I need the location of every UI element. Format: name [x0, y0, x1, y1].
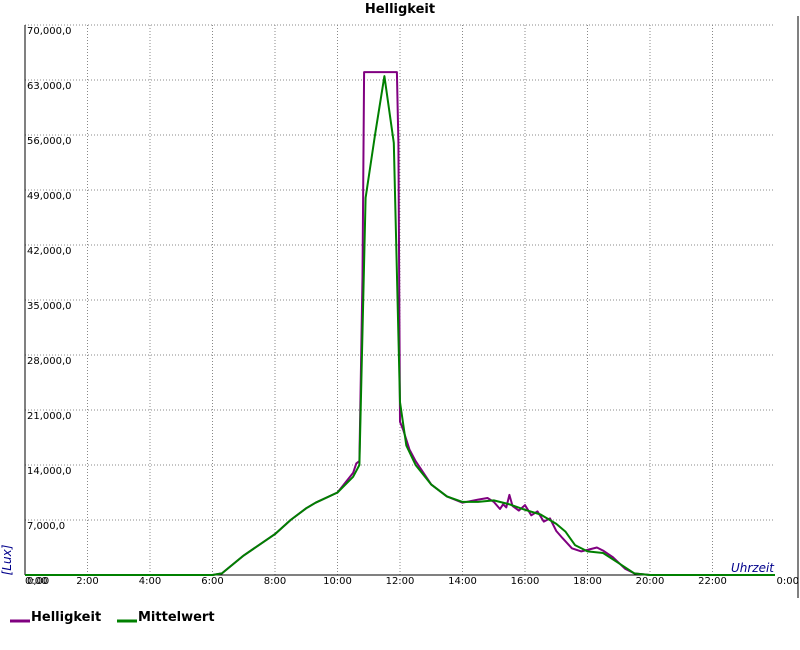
x-tick-label: 22:00 — [698, 576, 727, 587]
x-tick-labels: 0:00 2:00 4:00 6:00 8:00 10:00 12:00 14:00 16:00… — [25, 576, 799, 587]
x-tick-label: 0:00 — [777, 576, 799, 587]
x-tick-label: 12:00 — [386, 576, 415, 587]
legend: Helligkeit Mittelwert — [10, 610, 215, 625]
x-tick-label: 6:00 — [201, 576, 223, 587]
y-axis-label: [Lux] — [0, 544, 14, 575]
y-tick-label: 28,000,0 — [27, 356, 72, 367]
axes — [24, 16, 799, 598]
y-tick-label: 7,000,0 — [27, 521, 65, 532]
legend-label: Helligkeit — [31, 610, 101, 625]
x-tick-label: 2:00 — [76, 576, 98, 587]
y-tick-label: 70,000,0 — [27, 26, 72, 37]
y-tick-label: 35,000,0 — [27, 301, 72, 312]
y-tick-label: 56,000,0 — [27, 136, 72, 147]
y-tick-label: 49,000,0 — [27, 191, 72, 202]
y-tick-label: 21,000,0 — [27, 411, 72, 422]
x-tick-label: 14:00 — [448, 576, 477, 587]
x-tick-label: 20:00 — [636, 576, 665, 587]
y-tick-label: 63,000,0 — [27, 81, 72, 92]
chart: Helligkeit 0,007,000,014,000,021,000,028… — [0, 2, 799, 625]
y-tick-label: 14,000,0 — [27, 466, 72, 477]
x-tick-label: 8:00 — [264, 576, 286, 587]
y-tick-labels: 0,007,000,014,000,021,000,028,000,035,00… — [27, 26, 72, 587]
x-axis-label: Uhrzeit — [731, 561, 775, 575]
x-tick-label: 18:00 — [573, 576, 602, 587]
x-tick-label: 10:00 — [323, 576, 352, 587]
chart-title: Helligkeit — [365, 2, 435, 17]
x-tick-label: 16:00 — [511, 576, 540, 587]
y-tick-label: 42,000,0 — [27, 246, 72, 257]
x-tick-label: 4:00 — [139, 576, 161, 587]
x-tick-label: 0:00 — [25, 576, 47, 587]
legend-label: Mittelwert — [138, 610, 215, 625]
